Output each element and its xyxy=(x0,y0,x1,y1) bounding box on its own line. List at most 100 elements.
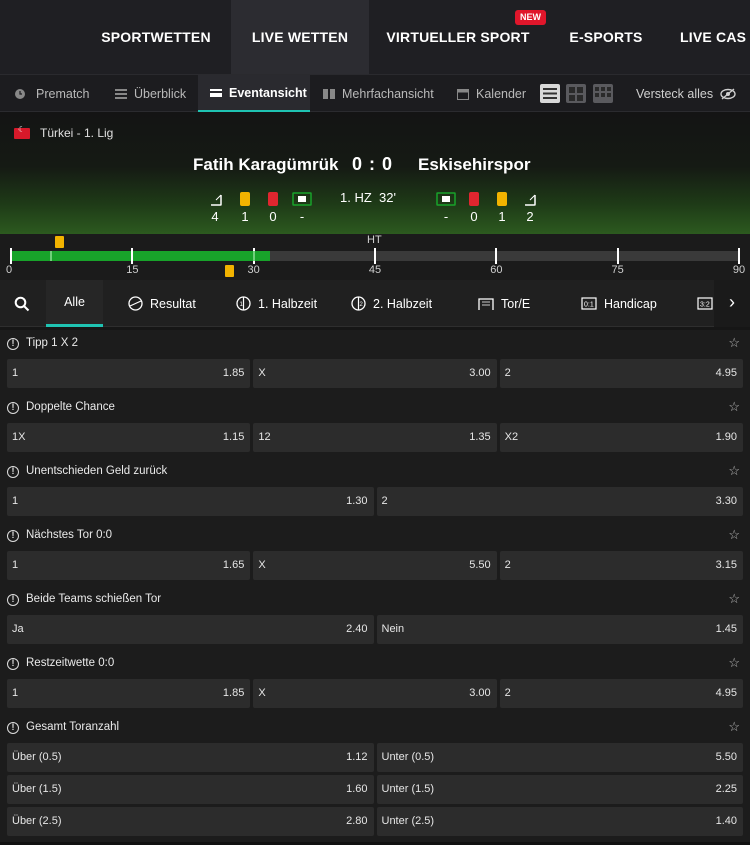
odds-button[interactable]: 1X 1.15 xyxy=(7,423,251,452)
yellow-card-icon xyxy=(497,192,507,206)
odds-value: 5.50 xyxy=(469,559,491,571)
odds-button[interactable]: Unter (2.5) 1.40 xyxy=(376,807,743,836)
market-header[interactable]: ! Gesamt Toranzahl ☆ xyxy=(0,714,750,742)
odds-button[interactable]: 2 3.30 xyxy=(376,487,743,516)
odds-button[interactable]: Über (0.5) 1.12 xyxy=(7,743,374,772)
odds-button[interactable]: Nein 1.45 xyxy=(376,615,743,644)
timeline-tick xyxy=(10,248,12,264)
odds-label: X2 xyxy=(504,431,519,443)
nav-e-sports[interactable]: E-SPORTS xyxy=(560,0,652,74)
favorite-star-icon[interactable]: ☆ xyxy=(728,591,740,607)
odds-button[interactable]: 1 1.85 xyxy=(7,359,251,388)
odds-button[interactable]: X 5.50 xyxy=(253,551,497,580)
market-title: Restzeitwette 0:0 xyxy=(26,657,115,669)
market-header[interactable]: ! Beide Teams schießen Tor ☆ xyxy=(0,586,750,614)
favorite-star-icon[interactable]: ☆ xyxy=(728,463,740,479)
grid-view-button[interactable] xyxy=(566,84,586,103)
timeline-label: 15 xyxy=(126,264,139,276)
match-timeline: HT 0 15 30 45 60 75 90 xyxy=(0,234,750,280)
favorite-star-icon[interactable]: ☆ xyxy=(728,399,740,415)
odds-button[interactable]: X 3.00 xyxy=(253,679,497,708)
odds-label: Über (1.5) xyxy=(12,783,62,795)
market-tab-alle[interactable]: Alle xyxy=(46,280,103,327)
timeline-label: 30 xyxy=(247,264,260,276)
scroll-tabs-right-button[interactable]: › xyxy=(714,280,750,327)
odds-button[interactable]: Über (2.5) 2.80 xyxy=(7,807,374,836)
tab-eventansicht[interactable]: Eventansicht xyxy=(198,75,310,112)
dense-grid-view-button[interactable] xyxy=(593,84,613,103)
market-tab-2-halbzeit[interactable]: 2 2. Halbzeit xyxy=(351,280,432,327)
market-header[interactable]: ! Nächstes Tor 0:0 ☆ xyxy=(0,522,750,550)
info-icon: ! xyxy=(7,530,19,542)
compact-view-button[interactable] xyxy=(540,84,560,103)
odds-value: 1.65 xyxy=(222,559,245,571)
odds-row: Über (2.5) 2.80 Unter (2.5) 1.40 xyxy=(0,806,750,838)
odds-button[interactable]: 1 1.85 xyxy=(7,679,251,708)
hide-all-button[interactable]: Versteck alles xyxy=(636,75,736,112)
odds-label: 12 xyxy=(258,431,271,443)
nav-sportwetten[interactable]: SPORTWETTEN xyxy=(90,0,222,74)
odds-value: 4.95 xyxy=(715,367,737,379)
odds-label: Über (2.5) xyxy=(12,815,62,827)
odds-button[interactable]: X 3.00 xyxy=(253,359,497,388)
timeline-tick xyxy=(131,248,134,264)
home-corners: 4 xyxy=(211,209,219,224)
new-badge: NEW xyxy=(515,10,546,25)
market-header[interactable]: ! Unentschieden Geld zurück ☆ xyxy=(0,458,750,486)
nav-virtueller-sport[interactable]: VIRTUELLER SPORT xyxy=(380,0,536,74)
market-tabs: Alle Resultat 1 1. Halbzeit 2 2. Halbzei… xyxy=(0,280,750,327)
odds-button[interactable]: X2 1.90 xyxy=(499,423,743,452)
favorite-star-icon[interactable]: ☆ xyxy=(728,655,740,671)
calendar-icon xyxy=(457,88,469,100)
svg-text:2: 2 xyxy=(360,302,364,308)
market-tab-tor-e[interactable]: Tor/E xyxy=(478,280,530,327)
market-tab-alle-label: Alle xyxy=(64,295,85,309)
odds-button[interactable]: 1 1.30 xyxy=(7,487,374,516)
nav-live-casino[interactable]: LIVE CAS xyxy=(680,0,750,74)
chevron-right-icon: › xyxy=(729,292,735,312)
corner-icon xyxy=(211,194,222,206)
nav-live-wetten[interactable]: LIVE WETTEN xyxy=(231,0,369,74)
info-icon: ! xyxy=(7,722,19,734)
market-header[interactable]: ! Tipp 1 X 2 ☆ xyxy=(0,330,750,358)
timeline-label: 45 xyxy=(368,264,382,276)
search-icon[interactable] xyxy=(14,296,30,312)
yellow-card-icon xyxy=(240,192,250,206)
odds-label: X xyxy=(258,687,266,699)
tab-mehrfachansicht[interactable]: Mehrfachansicht xyxy=(323,75,434,112)
away-corners: 2 xyxy=(526,209,534,224)
more-markets-icon[interactable]: 3:2 xyxy=(697,297,713,310)
market-tab-resultat[interactable]: Resultat xyxy=(128,280,196,327)
odds-button[interactable]: Ja 2.40 xyxy=(7,615,374,644)
odds-row: Über (0.5) 1.12 Unter (0.5) 5.50 xyxy=(0,742,750,774)
tab-kalender[interactable]: Kalender xyxy=(457,75,526,112)
odds-button[interactable]: 2 3.15 xyxy=(499,551,743,580)
market-gesamt-toranzahl: ! Gesamt Toranzahl ☆ Über (0.5) 1.12 Unter (0… xyxy=(0,714,750,842)
market-tab-1-halbzeit-label: 1. Halbzeit xyxy=(258,296,318,311)
market-header[interactable]: ! Doppelte Chance ☆ xyxy=(0,394,750,422)
favorite-star-icon[interactable]: ☆ xyxy=(728,527,740,543)
odds-label: 1 xyxy=(12,687,19,699)
odds-value: 1.12 xyxy=(346,751,368,763)
market-tab-1-halbzeit[interactable]: 1 1. Halbzeit xyxy=(236,280,317,327)
odds-label: 2 xyxy=(504,687,511,699)
away-penalties: - xyxy=(443,209,449,224)
tab-prematch[interactable]: Prematch xyxy=(14,75,90,112)
home-penalties: - xyxy=(299,209,305,224)
market-tab-handicap[interactable]: 0:1 Handicap xyxy=(581,280,657,327)
odds-button[interactable]: 2 4.95 xyxy=(499,679,743,708)
tab-ueberblick[interactable]: Überblick xyxy=(115,75,186,112)
market-doppelte-chance: ! Doppelte Chance ☆ 1X 1.15 12 1.35 X2 1.90 xyxy=(0,394,750,458)
odds-button[interactable]: 1 1.65 xyxy=(7,551,251,580)
odds-button[interactable]: 12 1.35 xyxy=(253,423,497,452)
odds-button[interactable]: Über (1.5) 1.60 xyxy=(7,775,374,804)
odds-button[interactable]: 2 4.95 xyxy=(499,359,743,388)
odds-button[interactable]: Unter (0.5) 5.50 xyxy=(376,743,743,772)
odds-value: 3.30 xyxy=(715,495,737,507)
market-header[interactable]: ! Restzeitwette 0:0 ☆ xyxy=(0,650,750,678)
odds-label: Über (0.5) xyxy=(12,751,62,763)
favorite-star-icon[interactable]: ☆ xyxy=(728,719,740,735)
tab-kalender-label: Kalender xyxy=(476,86,527,101)
odds-button[interactable]: Unter (1.5) 2.25 xyxy=(376,775,743,804)
favorite-star-icon[interactable]: ☆ xyxy=(728,335,740,351)
